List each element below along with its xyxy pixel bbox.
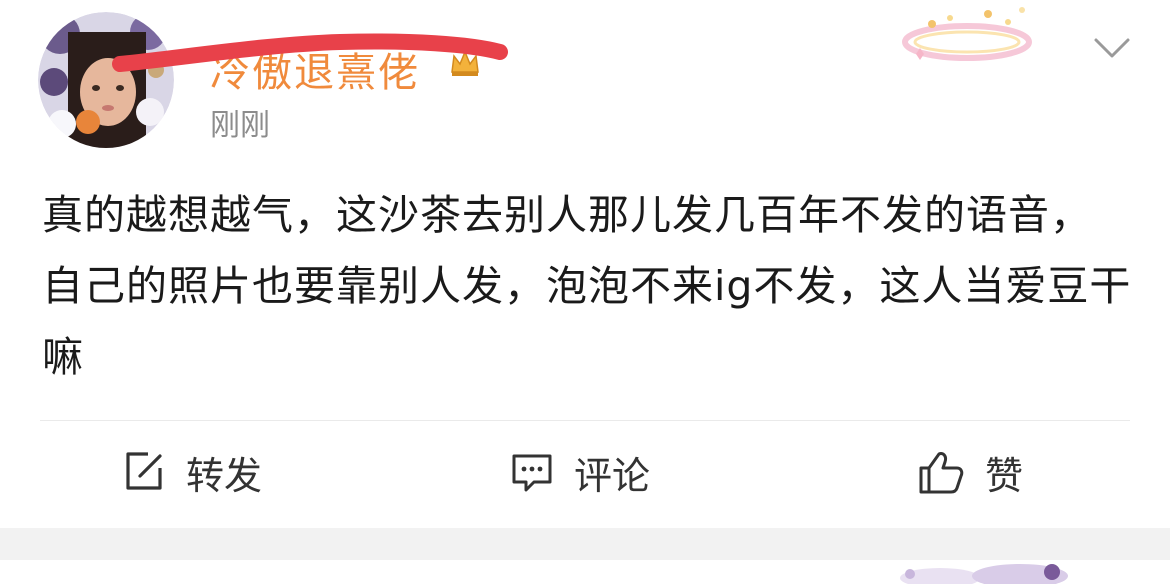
decorative-sticker-icon	[900, 564, 1068, 584]
chevron-down-icon[interactable]	[1092, 34, 1132, 62]
avatar[interactable]	[38, 12, 174, 148]
weibo-post-card: 冷傲退熹佬 刚刚 真的越想越气，这沙茶去别人那儿发几百年不发的语音，自己的照片也…	[0, 0, 1170, 528]
repost-button[interactable]: 转发	[122, 440, 262, 504]
post-timestamp: 刚刚	[210, 108, 270, 143]
like-label: 赞	[985, 453, 1024, 498]
repost-label: 转发	[186, 453, 263, 498]
thumbs-up-icon	[919, 452, 964, 494]
decorative-badge-icon	[902, 7, 1032, 61]
edit-square-icon	[126, 452, 162, 490]
comment-button[interactable]: 评论	[510, 440, 650, 504]
username-area[interactable]: 冷傲退熹佬	[112, 30, 510, 96]
section-separator	[0, 528, 1170, 560]
comment-label: 评论	[574, 453, 651, 498]
username[interactable]: 冷傲退熹佬	[210, 40, 420, 98]
chat-bubble-icon	[512, 454, 552, 492]
post-content: 真的越想越气，这沙茶去别人那儿发几百年不发的语音，自己的照片也要靠别人发，泡泡不…	[42, 191, 1132, 381]
divider	[40, 420, 1130, 421]
crown-icon	[451, 50, 479, 76]
like-button[interactable]: 赞	[917, 440, 1023, 504]
